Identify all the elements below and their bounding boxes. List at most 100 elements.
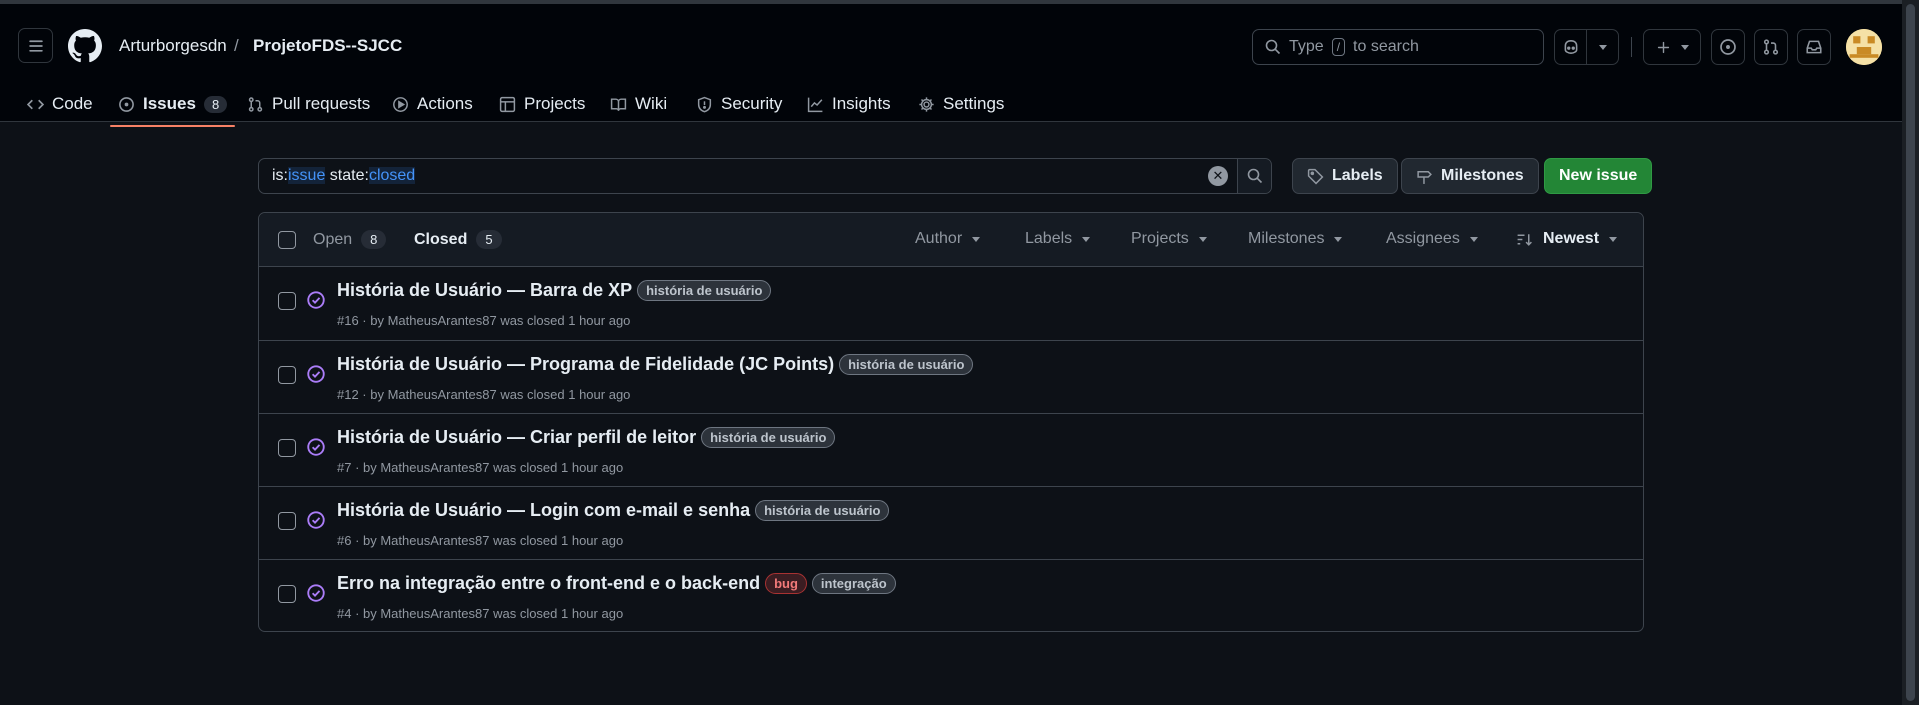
issues-shortcut-button[interactable] xyxy=(1711,29,1745,65)
issue-filter-input[interactable]: is:issue state:closed xyxy=(259,167,1208,185)
milestones-dropdown[interactable]: Milestones xyxy=(1248,230,1343,248)
issue-label[interactable]: história de usuário xyxy=(839,354,974,375)
closed-issues-filter[interactable]: Closed 5 xyxy=(414,230,502,249)
repo-owner-link[interactable]: Arturborgesdn xyxy=(119,36,227,56)
issue-title-line: Erro na integração entre o front-end e o… xyxy=(337,573,896,594)
chevron-down-icon xyxy=(972,236,981,242)
issue-title-link[interactable]: História de Usuário — Programa de Fideli… xyxy=(337,354,834,375)
issue-title-link[interactable]: História de Usuário — Criar perfil de le… xyxy=(337,427,696,448)
issue-opened-icon xyxy=(1720,39,1736,55)
user-avatar[interactable] xyxy=(1846,29,1882,65)
issue-title-link[interactable]: História de Usuário — Login com e-mail e… xyxy=(337,500,750,521)
issue-row[interactable]: História de Usuário — Programa de Fideli… xyxy=(259,340,1643,413)
author-dropdown-label: Author xyxy=(915,230,963,247)
issue-checkbox[interactable] xyxy=(278,585,296,603)
labels-button[interactable]: Labels xyxy=(1292,158,1398,194)
issue-title-link[interactable]: História de Usuário — Barra de XP xyxy=(337,280,632,301)
chevron-down-icon xyxy=(1680,44,1689,50)
issue-row[interactable]: História de Usuário — Login com e-mail e… xyxy=(259,486,1643,559)
issue-row[interactable]: História de Usuário — Criar perfil de le… xyxy=(259,413,1643,486)
projects-dropdown-label: Projects xyxy=(1131,230,1189,247)
chevron-down-icon xyxy=(1469,236,1478,242)
filter-key-state: state: xyxy=(325,167,369,184)
tab-insights[interactable]: Insights xyxy=(807,82,891,126)
new-issue-button[interactable]: New issue xyxy=(1544,158,1653,194)
issue-row[interactable]: História de Usuário — Barra de XP histór… xyxy=(259,267,1643,340)
issue-label[interactable]: história de usuário xyxy=(755,500,890,521)
identicon-avatar-icon xyxy=(1846,29,1882,65)
inbox-icon xyxy=(1806,40,1822,54)
issue-label[interactable]: história de usuário xyxy=(701,427,836,448)
issue-list: Open 8 Closed 5 Author Labels Projects M… xyxy=(258,212,1644,632)
tab-wiki[interactable]: Wiki xyxy=(610,82,667,126)
tab-code[interactable]: Code xyxy=(27,82,93,126)
play-icon xyxy=(393,96,408,112)
global-search-input[interactable]: Type / to search xyxy=(1252,29,1544,65)
issue-opened-icon xyxy=(119,96,134,112)
milestones-dropdown-label: Milestones xyxy=(1248,230,1325,247)
scrollbar-thumb[interactable] xyxy=(1906,4,1915,701)
integration-label[interactable]: integração xyxy=(811,573,896,594)
tab-pull-requests[interactable]: Pull requests xyxy=(247,82,370,126)
issue-title-link[interactable]: Erro na integração entre o front-end e o… xyxy=(337,573,760,594)
copilot-dropdown-button[interactable] xyxy=(1586,30,1618,64)
tab-actions[interactable]: Actions xyxy=(392,82,473,126)
copilot-button[interactable] xyxy=(1555,30,1586,64)
book-icon xyxy=(610,97,627,111)
copilot-icon xyxy=(1564,40,1577,54)
tab-settings[interactable]: Settings xyxy=(918,82,1004,126)
issue-checkbox[interactable] xyxy=(278,439,296,457)
issue-title-line: História de Usuário — Criar perfil de le… xyxy=(337,427,836,448)
tab-projects-label: Projects xyxy=(524,94,586,113)
assignees-dropdown[interactable]: Assignees xyxy=(1386,230,1478,248)
bug-label[interactable]: bug xyxy=(765,573,807,594)
chevron-down-icon xyxy=(1198,236,1207,242)
issue-closed-icon xyxy=(307,365,325,383)
shield-icon xyxy=(697,96,712,113)
create-new-button[interactable] xyxy=(1643,29,1701,65)
clear-filter-icon[interactable]: ✕ xyxy=(1208,166,1228,186)
issues-count-badge: 8 xyxy=(203,95,228,113)
tag-icon xyxy=(1307,168,1324,184)
select-all-checkbox[interactable] xyxy=(278,231,296,249)
search-icon xyxy=(1265,39,1281,55)
issue-closed-icon xyxy=(307,584,325,602)
issue-label[interactable]: história de usuário xyxy=(637,280,772,301)
projects-dropdown[interactable]: Projects xyxy=(1131,230,1207,248)
open-count-badge: 8 xyxy=(361,230,387,249)
graph-icon xyxy=(807,97,823,112)
labels-dropdown-label: Labels xyxy=(1025,230,1073,247)
menu-button[interactable] xyxy=(18,28,53,63)
milestones-button[interactable]: Milestones xyxy=(1401,158,1539,194)
pull-requests-shortcut-button[interactable] xyxy=(1754,29,1788,65)
git-pull-request-icon xyxy=(1763,39,1779,55)
repo-name-link[interactable]: ProjetoFDS--SJCC xyxy=(253,36,402,56)
author-dropdown[interactable]: Author xyxy=(915,230,981,248)
issue-closed-icon xyxy=(307,291,325,309)
inbox-button[interactable] xyxy=(1797,29,1831,65)
gear-icon xyxy=(919,96,934,112)
tab-security[interactable]: Security xyxy=(696,82,782,126)
tab-issues[interactable]: Issues 8 xyxy=(109,82,236,127)
sort-dropdown[interactable]: Newest xyxy=(1516,230,1618,248)
issue-row[interactable]: Erro na integração entre o front-end e o… xyxy=(259,559,1643,632)
milestone-icon xyxy=(1417,170,1432,184)
tab-pull-requests-label: Pull requests xyxy=(272,94,371,113)
tab-projects[interactable]: Projects xyxy=(499,82,585,126)
tab-insights-label: Insights xyxy=(832,94,891,113)
labels-button-label: Labels xyxy=(1332,167,1383,184)
filter-search-button[interactable] xyxy=(1237,159,1271,193)
issue-checkbox[interactable] xyxy=(278,366,296,384)
issue-checkbox[interactable] xyxy=(278,512,296,530)
search-placeholder-suffix: to search xyxy=(1353,38,1419,55)
closed-count-badge: 5 xyxy=(476,230,502,249)
issue-checkbox[interactable] xyxy=(278,292,296,310)
top-navigation: Arturborgesdn / ProjetoFDS--SJCC Type / … xyxy=(0,0,1902,127)
github-logo-icon[interactable] xyxy=(68,29,102,63)
repo-tabs: Code Issues 8 Pull requests Actions Proj… xyxy=(0,82,1902,127)
open-issues-filter[interactable]: Open 8 xyxy=(313,230,387,249)
page-scrollbar[interactable] xyxy=(1902,0,1919,705)
table-icon xyxy=(499,96,516,112)
breadcrumb-separator: / xyxy=(234,36,239,55)
labels-dropdown[interactable]: Labels xyxy=(1025,230,1091,248)
